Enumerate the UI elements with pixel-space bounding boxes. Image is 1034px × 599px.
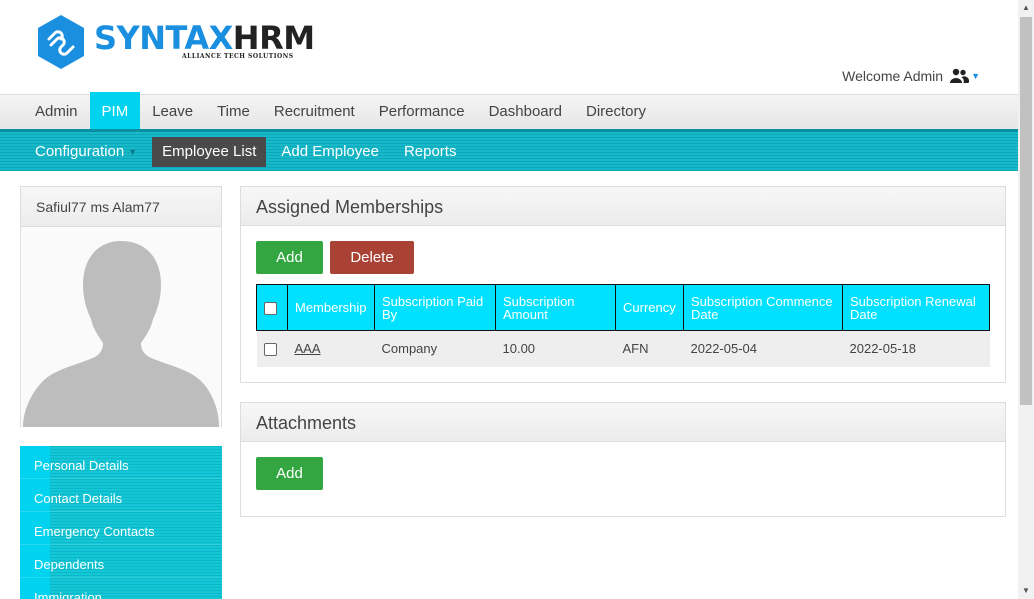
brand-logo[interactable]: SYNTAXHRM ALLIANCE TECH SOLUTIONS xyxy=(36,14,315,72)
cell-commence-date: 2022-05-04 xyxy=(683,330,843,367)
submenu-reports[interactable]: Reports xyxy=(394,137,467,167)
submenu-employee-list[interactable]: Employee List xyxy=(152,136,267,167)
row-select-cell xyxy=(256,330,288,367)
cell-renewal-date: 2022-05-18 xyxy=(842,330,990,367)
side-nav-personal-details[interactable]: Personal Details xyxy=(20,446,222,479)
col-commence-date[interactable]: Subscription Commence Date xyxy=(683,284,843,331)
col-renewal-date[interactable]: Subscription Renewal Date xyxy=(842,284,990,331)
cell-currency: AFN xyxy=(615,330,684,367)
membership-link[interactable]: AAA xyxy=(295,341,321,356)
memberships-title: Assigned Memberships xyxy=(241,187,1005,226)
submenu-configuration[interactable]: Configuration ▼ xyxy=(25,137,147,167)
select-all-checkbox[interactable] xyxy=(264,301,277,315)
scroll-up-arrow-icon[interactable]: ▲ xyxy=(1018,0,1034,16)
menu-performance[interactable]: Performance xyxy=(367,95,477,130)
menu-pim[interactable]: PIM xyxy=(89,92,141,129)
menu-time[interactable]: Time xyxy=(205,95,262,130)
scroll-down-arrow-icon[interactable]: ▼ xyxy=(1018,583,1034,599)
welcome-text: Welcome Admin xyxy=(842,68,944,84)
dropdown-arrow-icon: ▼ xyxy=(128,146,138,157)
attachments-panel: Attachments Add xyxy=(240,402,1006,517)
caret-down-icon: ▼ xyxy=(971,71,980,81)
side-nav-dependents[interactable]: Dependents xyxy=(20,545,222,578)
submenu-configuration-label: Configuration xyxy=(35,142,125,160)
brand-name-part1: SYNTAX xyxy=(94,19,233,57)
profile-side-nav: Personal Details Contact Details Emergen… xyxy=(20,446,222,599)
add-attachment-button[interactable]: Add xyxy=(256,457,323,490)
avatar[interactable] xyxy=(21,227,221,427)
col-currency[interactable]: Currency xyxy=(615,284,684,331)
sub-menu: Configuration ▼ Employee List Add Employ… xyxy=(0,129,1018,171)
row-checkbox[interactable] xyxy=(263,343,277,357)
side-nav-immigration[interactable]: Immigration xyxy=(20,578,222,599)
menu-leave[interactable]: Leave xyxy=(140,95,205,130)
brand-name-part2: HRM xyxy=(232,19,315,57)
brand-tagline: ALLIANCE TECH SOLUTIONS xyxy=(182,53,294,60)
hex-logo-icon xyxy=(38,15,84,69)
menu-admin[interactable]: Admin xyxy=(23,95,90,130)
select-all-cell xyxy=(256,284,288,331)
side-nav-emergency-contacts[interactable]: Emergency Contacts xyxy=(20,512,222,545)
delete-membership-button[interactable]: Delete xyxy=(330,241,414,274)
table-header-row: Membership Subscription Paid By Subscrip… xyxy=(256,284,990,331)
main-menu: Admin PIM Leave Time Recruitment Perform… xyxy=(0,92,1018,130)
col-paid-by[interactable]: Subscription Paid By xyxy=(374,284,496,331)
menu-recruitment[interactable]: Recruitment xyxy=(262,95,367,130)
add-membership-button[interactable]: Add xyxy=(256,241,323,274)
brand-name: SYNTAXHRM xyxy=(94,20,315,56)
users-icon xyxy=(950,68,970,83)
table-row: AAA Company 10.00 AFN 2022-05-04 2022-05… xyxy=(256,330,990,367)
cell-membership: AAA xyxy=(287,330,375,367)
cell-paid-by: Company xyxy=(374,330,496,367)
welcome-menu[interactable]: Welcome Admin ▼ xyxy=(842,68,980,84)
profile-card: Safiul77 ms Alam77 xyxy=(20,186,222,427)
profile-name: Safiul77 ms Alam77 xyxy=(21,187,221,227)
memberships-table: Membership Subscription Paid By Subscrip… xyxy=(256,284,990,367)
attachments-title: Attachments xyxy=(241,403,1005,442)
side-nav-contact-details[interactable]: Contact Details xyxy=(20,479,222,512)
col-amount[interactable]: Subscription Amount xyxy=(495,284,616,331)
menu-dashboard[interactable]: Dashboard xyxy=(477,95,574,130)
header: SYNTAXHRM ALLIANCE TECH SOLUTIONS Welcom… xyxy=(0,0,1018,94)
cell-amount: 10.00 xyxy=(495,330,616,367)
page-scrollbar[interactable]: ▲ ▼ xyxy=(1018,0,1034,599)
submenu-add-employee[interactable]: Add Employee xyxy=(271,137,389,167)
menu-directory[interactable]: Directory xyxy=(574,95,658,130)
scrollbar-thumb[interactable] xyxy=(1020,17,1032,405)
memberships-panel: Assigned Memberships Add Delete Membersh… xyxy=(240,186,1006,383)
col-membership[interactable]: Membership xyxy=(287,284,375,331)
person-silhouette-icon xyxy=(21,227,221,427)
